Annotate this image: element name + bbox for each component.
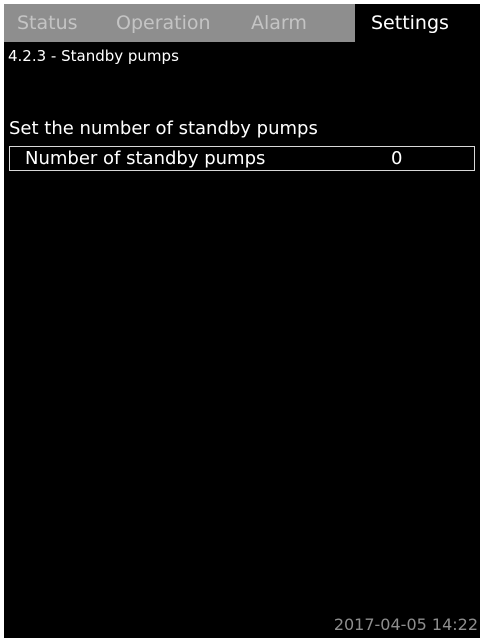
standby-pumps-field[interactable]: Number of standby pumps 0 [9,146,475,171]
tab-settings[interactable]: Settings [355,4,480,42]
standby-pumps-label: Number of standby pumps [25,148,266,169]
tab-operation[interactable]: Operation [116,4,211,42]
breadcrumb: 4.2.3 - Standby pumps [8,47,179,65]
controller-display: Status Operation Alarm Settings 4.2.3 - … [4,4,480,638]
tab-status[interactable]: Status [17,4,78,42]
timestamp: 2017-04-05 14:22 [333,615,478,634]
section-title: Set the number of standby pumps [9,118,318,139]
standby-pumps-value[interactable]: 0 [391,148,402,169]
tab-alarm[interactable]: Alarm [251,4,307,42]
tab-bar: Status Operation Alarm Settings [4,4,480,42]
